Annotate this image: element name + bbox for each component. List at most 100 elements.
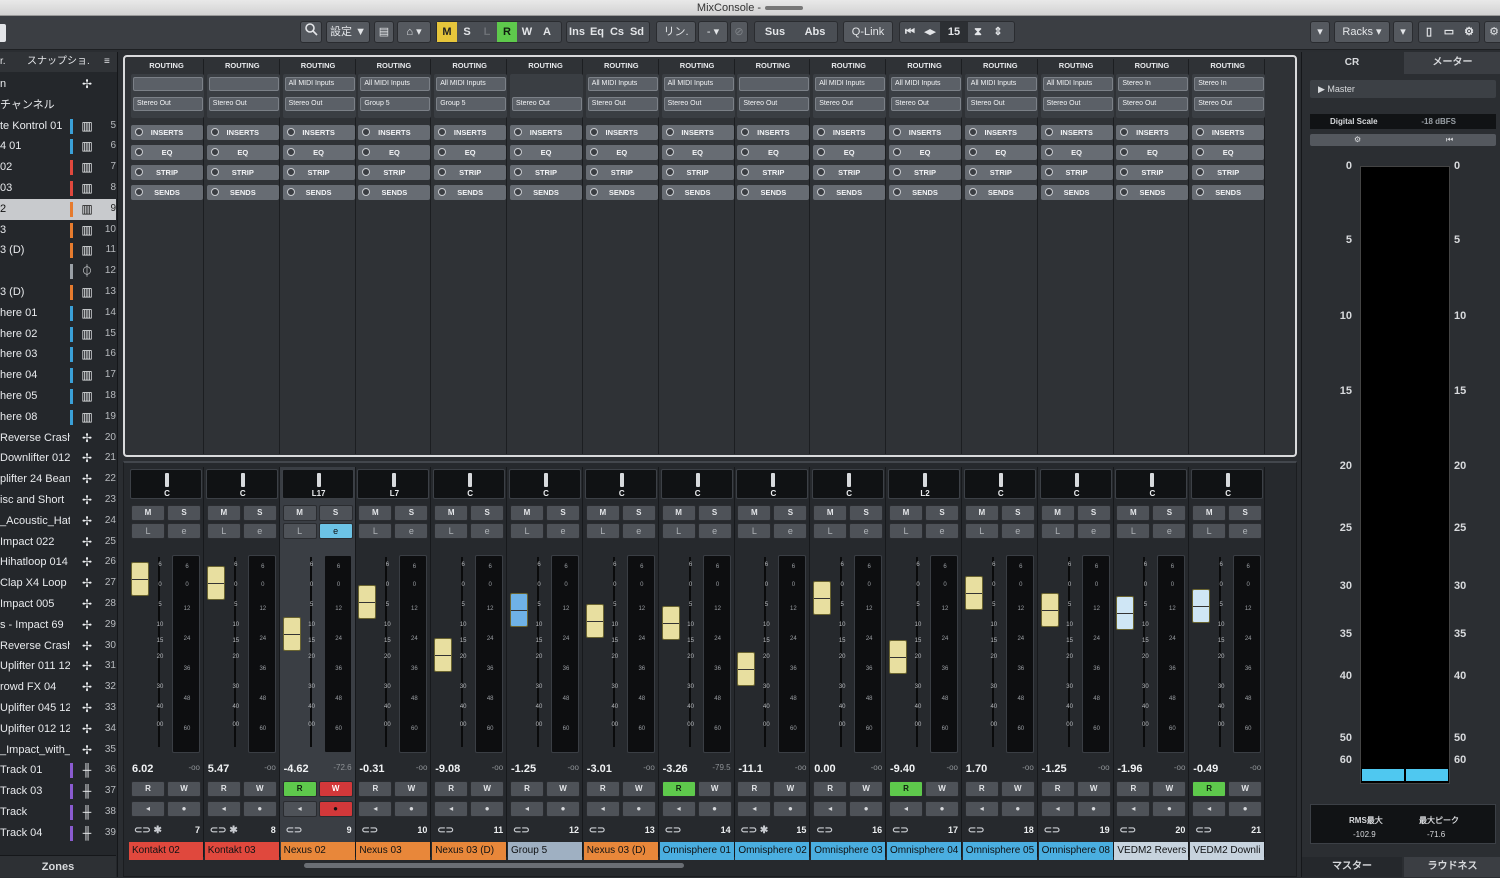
listen-button[interactable]: L bbox=[889, 523, 923, 539]
channel-name[interactable]: Omnisphere 04 bbox=[887, 842, 961, 860]
mute-all-button[interactable]: M bbox=[437, 22, 457, 42]
power-icon[interactable] bbox=[362, 148, 371, 156]
rack-inserts-section[interactable]: INSERTS bbox=[889, 125, 961, 140]
list-item[interactable]: s - Impact 69 ✢ 29 bbox=[0, 615, 116, 636]
power-icon[interactable] bbox=[286, 188, 295, 196]
power-icon[interactable] bbox=[1196, 128, 1205, 136]
link-clear-icon[interactable]: ⊘ bbox=[730, 21, 748, 43]
pan-control[interactable]: C bbox=[205, 469, 278, 499]
sus-button[interactable]: Sus bbox=[755, 22, 795, 42]
edit-channel-button[interactable]: e bbox=[1152, 523, 1187, 539]
power-icon[interactable] bbox=[968, 168, 977, 176]
fader-cap[interactable] bbox=[661, 605, 680, 640]
peak-value[interactable]: -oo bbox=[1155, 763, 1186, 772]
bypass-inserts-button[interactable]: Ins bbox=[567, 22, 587, 42]
power-icon[interactable] bbox=[665, 128, 674, 136]
power-icon[interactable] bbox=[741, 148, 750, 156]
rack-eq-section[interactable]: EQ bbox=[889, 145, 961, 160]
record-button[interactable]: ● bbox=[773, 801, 808, 817]
rack-strip-section[interactable]: STRIP bbox=[282, 165, 355, 180]
mute-button[interactable]: M bbox=[1116, 505, 1151, 521]
link-icon[interactable]: ⊂⊃ bbox=[816, 825, 833, 836]
volume-value[interactable]: -9.40 bbox=[886, 763, 926, 777]
list-item[interactable]: _Acoustic_Hat ✢ 24 bbox=[0, 511, 116, 532]
list-item[interactable]: Downlifter 012 ✢ 21 bbox=[0, 448, 116, 469]
record-button[interactable]: ● bbox=[849, 801, 884, 817]
power-icon[interactable] bbox=[741, 168, 750, 176]
list-item[interactable]: Uplifter 045 12 ✢ 33 bbox=[0, 698, 116, 719]
rack-strip-section[interactable]: STRIP bbox=[131, 165, 203, 180]
power-icon[interactable] bbox=[438, 148, 447, 156]
fader-cap[interactable] bbox=[737, 651, 756, 686]
rack-strip-section[interactable]: STRIP bbox=[1192, 165, 1265, 180]
output-routing[interactable]: Stereo Out bbox=[663, 97, 734, 111]
pan-control[interactable]: C bbox=[963, 469, 1036, 499]
channel-name[interactable]: Omnisphere 01 bbox=[659, 842, 734, 860]
input-routing[interactable]: All MIDI Inputs bbox=[1042, 77, 1113, 91]
channel-name[interactable]: Omnisphere 03 bbox=[811, 842, 886, 860]
input-routing[interactable] bbox=[133, 77, 203, 91]
read-automation-button[interactable]: R bbox=[737, 781, 772, 797]
write-all-button[interactable]: W bbox=[517, 22, 537, 42]
rack-sends-section[interactable]: SENDS bbox=[737, 185, 810, 200]
rack-strip-section[interactable]: STRIP bbox=[661, 165, 734, 180]
channel-name[interactable]: Kontakt 02 bbox=[129, 842, 203, 860]
list-item[interactable]: here 08 ▥ 19 bbox=[0, 407, 116, 428]
output-routing[interactable]: Stereo Out bbox=[1194, 97, 1265, 111]
monitor-button[interactable]: ◂ bbox=[661, 801, 696, 817]
record-button[interactable]: ● bbox=[1076, 801, 1111, 817]
solo-all-button[interactable]: S bbox=[457, 22, 477, 42]
pan-control[interactable]: L17 bbox=[281, 469, 354, 499]
tab-snapshots[interactable]: スナップショ. bbox=[27, 52, 90, 72]
power-icon[interactable] bbox=[1120, 148, 1129, 156]
fader-cap[interactable] bbox=[964, 575, 983, 610]
read-automation-button[interactable]: R bbox=[585, 781, 620, 797]
rack-inserts-section[interactable]: INSERTS bbox=[1040, 125, 1113, 140]
input-routing[interactable]: Stereo In bbox=[1194, 77, 1265, 91]
edit-channel-button[interactable]: e bbox=[1228, 523, 1263, 539]
rack-inserts-section[interactable]: INSERTS bbox=[131, 125, 203, 140]
power-icon[interactable] bbox=[741, 188, 750, 196]
read-automation-button[interactable]: R bbox=[964, 781, 999, 797]
input-routing[interactable]: All MIDI Inputs bbox=[663, 77, 734, 91]
write-automation-button[interactable]: W bbox=[1228, 781, 1263, 797]
write-automation-button[interactable]: W bbox=[394, 781, 429, 797]
link-icon[interactable]: ⊂⊃ ✱ bbox=[210, 825, 238, 836]
output-routing[interactable]: Stereo Out bbox=[739, 97, 810, 111]
pan-control[interactable]: L7 bbox=[357, 469, 430, 499]
rack-eq-section[interactable]: EQ bbox=[510, 145, 582, 160]
channel-name[interactable]: Nexus 03 bbox=[356, 842, 431, 860]
write-automation-button[interactable]: W bbox=[697, 781, 732, 797]
power-icon[interactable] bbox=[893, 128, 901, 136]
pan-control[interactable]: C bbox=[584, 469, 657, 499]
pan-control[interactable]: C bbox=[1115, 469, 1188, 499]
monitor-button[interactable]: ◂ bbox=[964, 801, 999, 817]
list-item[interactable]: ⏀ 12 bbox=[0, 261, 116, 282]
listen-button[interactable]: L bbox=[1116, 523, 1151, 539]
meter-settings-icon[interactable]: ⚙ bbox=[1354, 134, 1361, 146]
bypass-sends-button[interactable]: Sd bbox=[627, 22, 647, 42]
solo-button[interactable]: S bbox=[697, 505, 732, 521]
rack-eq-section[interactable]: EQ bbox=[434, 145, 507, 160]
edit-channel-button[interactable]: e bbox=[697, 523, 732, 539]
record-button[interactable]: ● bbox=[546, 801, 580, 817]
fader-cap[interactable] bbox=[282, 617, 301, 652]
pan-knob[interactable] bbox=[847, 473, 852, 487]
zones-label[interactable]: Zones bbox=[0, 855, 116, 877]
power-icon[interactable] bbox=[362, 128, 371, 136]
peak-value[interactable]: -oo bbox=[625, 763, 655, 772]
racks-dropdown[interactable]: Racks ▾ bbox=[1334, 21, 1390, 43]
fader-cap[interactable] bbox=[1040, 592, 1059, 627]
mute-button[interactable]: M bbox=[585, 505, 620, 521]
volume-value[interactable]: 6.02 bbox=[128, 763, 168, 777]
monitor-button[interactable]: ◂ bbox=[434, 801, 469, 817]
power-icon[interactable] bbox=[665, 148, 674, 156]
record-button[interactable]: ● bbox=[925, 801, 959, 817]
write-automation-button[interactable]: W bbox=[925, 781, 959, 797]
input-routing[interactable]: All MIDI Inputs bbox=[966, 77, 1037, 91]
rack-eq-section[interactable]: EQ bbox=[131, 145, 203, 160]
read-automation-button[interactable]: R bbox=[510, 781, 544, 797]
monitor-button[interactable]: ◂ bbox=[358, 801, 393, 817]
list-item[interactable]: Reverse Crash ✢ 30 bbox=[0, 636, 116, 657]
link-icon[interactable]: ⊂⊃ bbox=[1044, 825, 1061, 836]
